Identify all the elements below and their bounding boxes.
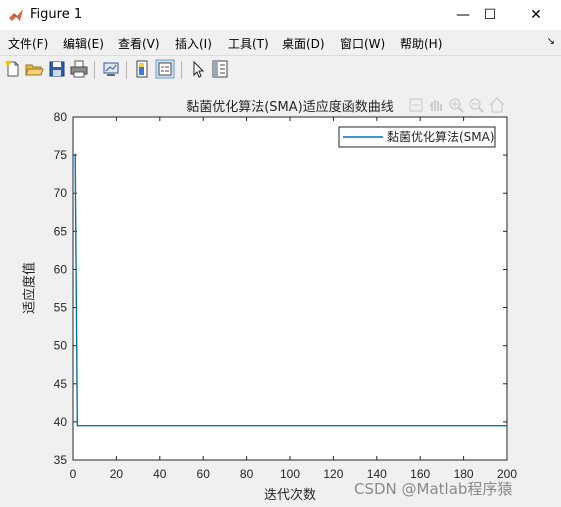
new-figure-icon[interactable]: [3, 59, 23, 79]
insert-legend-icon[interactable]: [155, 59, 175, 79]
x-axis-label: 迭代次数: [263, 488, 317, 503]
open-file-icon[interactable]: [24, 59, 44, 79]
y-axis-label: 适应度值: [22, 261, 38, 315]
pointer-icon[interactable]: [188, 59, 208, 79]
maximize-icon: ☐: [483, 7, 497, 23]
menu-file[interactable]: 文件(F): [8, 35, 48, 52]
menu-insert[interactable]: 插入(I): [175, 35, 212, 52]
close-button[interactable]: ✕: [516, 0, 556, 30]
brush-icon[interactable]: [409, 98, 423, 112]
watermark: CSDN @Matlab程序猿: [354, 480, 513, 498]
property-inspector-icon[interactable]: [210, 59, 230, 79]
menu-edit[interactable]: 编辑(E): [63, 35, 104, 52]
menu-bar: 文件(F) 编辑(E) 查看(V) 插入(I) 工具(T) 桌面(D) 窗口(W…: [0, 30, 561, 54]
menu-overflow-icon[interactable]: ↘: [547, 36, 555, 47]
print-icon[interactable]: [69, 59, 89, 79]
toolbar-separator: [126, 61, 127, 79]
figure-toolbar: [0, 55, 561, 85]
save-icon[interactable]: [47, 59, 67, 79]
minimize-icon: —: [456, 7, 470, 23]
toolbar-separator: [94, 61, 95, 79]
window-titlebar: Figure 1 — ☐ ✕: [0, 0, 561, 30]
menu-window[interactable]: 窗口(W): [340, 35, 385, 52]
link-plot-icon[interactable]: [101, 59, 121, 79]
pan-icon[interactable]: [429, 100, 442, 111]
matlab-logo-icon: [9, 9, 23, 21]
zoom-in-icon[interactable]: [449, 98, 464, 113]
menu-desktop[interactable]: 桌面(D): [282, 35, 325, 52]
zoom-out-icon[interactable]: [469, 98, 484, 113]
toolbar-separator: [181, 61, 182, 79]
window-title: Figure 1: [30, 7, 83, 22]
insert-colorbar-icon[interactable]: [133, 59, 153, 79]
home-icon[interactable]: [489, 97, 505, 113]
figure-canvas: [0, 84, 561, 507]
close-icon: ✕: [530, 7, 542, 23]
axes-toolbar: [409, 97, 505, 113]
menu-tools[interactable]: 工具(T): [228, 35, 269, 52]
maximize-button[interactable]: ☐: [470, 0, 510, 30]
menu-view[interactable]: 查看(V): [118, 35, 160, 52]
menu-help[interactable]: 帮助(H): [400, 35, 442, 52]
